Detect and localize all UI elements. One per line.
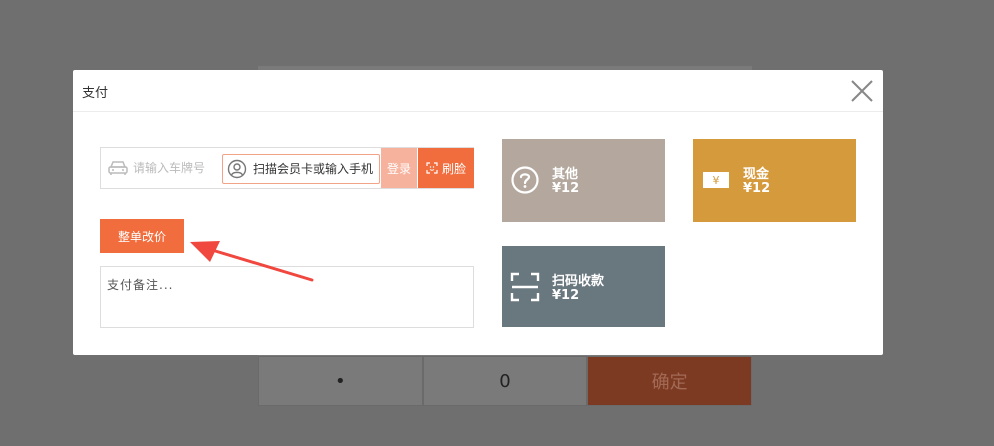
login-button-label: 登录 — [386, 161, 411, 176]
cash-icon: ¥ — [703, 172, 729, 188]
customer-search-row: 登录 刷脸 — [100, 147, 474, 189]
face-scan-icon — [426, 162, 438, 174]
adjust-price-button[interactable]: 整单改价 — [100, 219, 184, 253]
scan-icon — [510, 272, 540, 302]
background-keypad: • 0 确定 — [258, 356, 753, 406]
annotation-arrow-icon — [190, 241, 314, 282]
close-icon — [851, 80, 873, 102]
payment-other-label: 其他 — [552, 167, 579, 182]
payment-modal: 支付 登录 — [73, 70, 883, 355]
question-circle-icon — [511, 166, 539, 194]
adjust-price-label: 整单改价 — [117, 229, 166, 244]
payment-scan-amount: ¥12 — [552, 288, 580, 303]
payment-scan-tile[interactable]: 扫码收款 ¥12 — [502, 246, 665, 327]
modal-title: 支付 — [82, 86, 109, 101]
car-icon — [108, 161, 128, 175]
payment-cash-amount: ¥12 — [743, 181, 771, 196]
payment-other-tile[interactable]: 其他 ¥12 — [502, 139, 665, 222]
face-scan-label: 刷脸 — [441, 161, 466, 176]
modal-header: 支付 — [73, 70, 883, 112]
payment-cash-label: 现金 — [743, 167, 770, 182]
member-search-box[interactable] — [222, 154, 380, 184]
face-scan-button[interactable]: 刷脸 — [418, 148, 474, 188]
login-button[interactable]: 登录 — [381, 148, 417, 188]
plate-number-input[interactable] — [133, 158, 217, 178]
payment-other-amount: ¥12 — [552, 181, 580, 196]
keypad-zero-key: 0 — [422, 356, 588, 406]
payment-scan-label: 扫码收款 — [552, 274, 605, 289]
keypad-confirm-key: 确定 — [587, 356, 753, 406]
keypad-dot-key: • — [258, 356, 423, 406]
payment-cash-tile[interactable]: ¥ 现金 ¥12 — [693, 139, 856, 222]
user-icon — [227, 159, 247, 179]
close-button[interactable] — [849, 78, 875, 104]
member-search-input[interactable] — [253, 160, 377, 178]
svg-text:¥: ¥ — [713, 174, 720, 187]
